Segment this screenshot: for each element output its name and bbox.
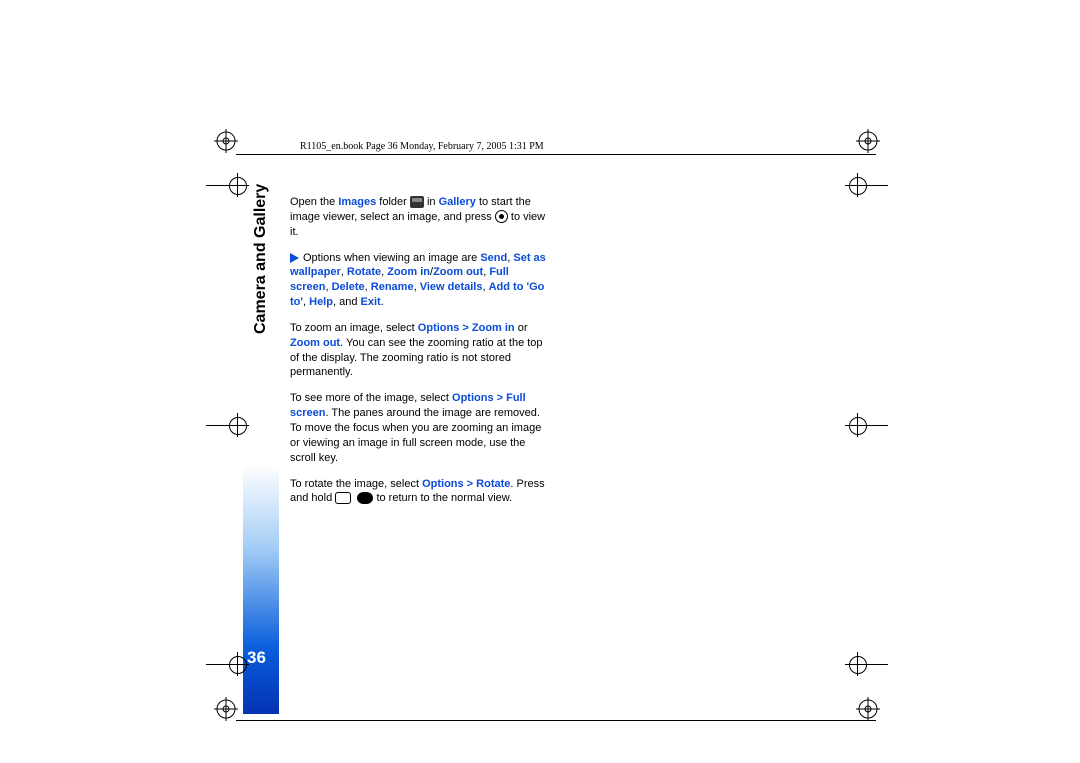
book-header: R1105_en.book Page 36 Monday, February 7… xyxy=(300,141,544,152)
top-rule xyxy=(236,154,876,155)
registration-mark-icon xyxy=(856,129,880,153)
registration-mark-icon xyxy=(214,697,238,721)
paragraph-options-list: Options when viewing an image are Send, … xyxy=(290,251,546,310)
registration-mark-icon xyxy=(856,697,880,721)
paragraph-open-images: Open the Images folder in Gallery to sta… xyxy=(290,195,546,240)
key-round-icon xyxy=(357,492,373,504)
crop-line-icon xyxy=(206,185,236,186)
paragraph-zoom: To zoom an image, select Options > Zoom … xyxy=(290,321,546,380)
crop-line-icon xyxy=(858,664,888,665)
page-number: 36 xyxy=(247,648,266,668)
crop-line-icon xyxy=(206,425,236,426)
bottom-rule xyxy=(236,720,876,721)
registration-mark-icon xyxy=(214,129,238,153)
body-text: Open the Images folder in Gallery to sta… xyxy=(290,195,546,517)
images-folder-icon xyxy=(410,196,424,208)
joystick-icon xyxy=(495,210,508,223)
paragraph-fullscreen: To see more of the image, select Options… xyxy=(290,391,546,465)
section-title: Camera and Gallery xyxy=(252,184,270,334)
crop-line-icon xyxy=(206,664,236,665)
crop-line-icon xyxy=(858,425,888,426)
crop-line-icon xyxy=(858,185,888,186)
paragraph-rotate: To rotate the image, select Options > Ro… xyxy=(290,477,546,507)
key-icon xyxy=(335,492,351,504)
tip-arrow-icon xyxy=(290,253,299,263)
